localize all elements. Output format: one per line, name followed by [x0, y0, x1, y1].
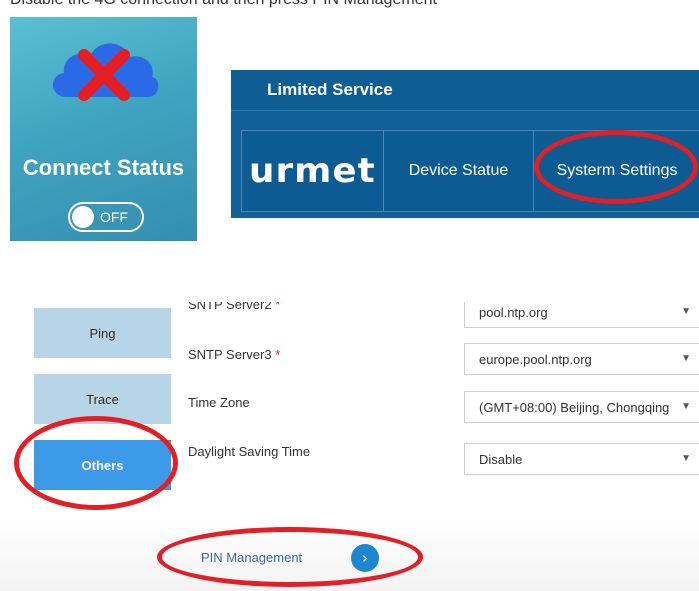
tab-system-settings[interactable]: Systerm Settings	[534, 131, 699, 211]
urmet-logo: urmet	[249, 151, 376, 191]
tab-device-statue[interactable]: Device Statue	[384, 131, 534, 211]
pin-management-link[interactable]: PIN Management	[201, 550, 302, 565]
time-zone-label: Time Zone	[188, 395, 250, 410]
pin-management-row	[0, 516, 699, 591]
sidebar-item-trace[interactable]: Trace	[34, 374, 171, 424]
daylight-saving-select[interactable]: Disable ▼	[464, 443, 699, 475]
daylight-saving-label: Daylight Saving Time	[188, 444, 311, 459]
sidebar-item-ping[interactable]: Ping	[34, 308, 171, 358]
sntp-server3-label: SNTP Server3 *	[188, 347, 281, 362]
daylight-saving-value: Disable	[479, 452, 523, 467]
connect-status-tile: Connect Status OFF	[10, 17, 197, 241]
chevron-down-icon: ▼	[681, 353, 691, 364]
settings-panel: Ping Trace Others SNTP Server2 * pool.nt…	[0, 302, 699, 591]
chevron-down-icon: ▼	[681, 306, 691, 317]
sntp-server3-value: europe.pool.ntp.org	[479, 352, 592, 367]
sntp-server2-label: SNTP Server2 *	[188, 302, 281, 312]
toggle-knob	[72, 206, 94, 228]
sntp-server3-select[interactable]: europe.pool.ntp.org ▼	[464, 343, 699, 375]
chevron-down-icon: ▼	[681, 453, 691, 464]
top-navbar: Limited Service urmet Device Statue Syst…	[231, 70, 699, 218]
chevron-down-icon: ▼	[681, 401, 691, 412]
toggle-state: OFF	[100, 209, 128, 225]
cloud-disconnected-icon	[52, 43, 159, 101]
service-status-title: Limited Service	[267, 80, 393, 99]
chevron-right-icon[interactable]: ›	[351, 544, 379, 572]
connect-toggle[interactable]: OFF	[68, 202, 144, 232]
connect-status-label: Connect Status	[22, 155, 185, 180]
time-zone-select[interactable]: (GMT+08:00) Beijing, Chongqing ▼	[464, 391, 699, 423]
sntp-server2-select[interactable]: pool.ntp.org ▼	[464, 302, 699, 328]
intro-text: Disable the 4G connection and then press…	[10, 0, 699, 9]
sntp-server2-value: pool.ntp.org	[479, 305, 548, 320]
nav-tabs: urmet Device Statue Systerm Settings	[241, 130, 699, 212]
brand-logo[interactable]: urmet	[242, 131, 384, 211]
sidebar-item-others[interactable]: Others	[34, 440, 171, 490]
time-zone-value: (GMT+08:00) Beijing, Chongqing	[479, 400, 670, 415]
